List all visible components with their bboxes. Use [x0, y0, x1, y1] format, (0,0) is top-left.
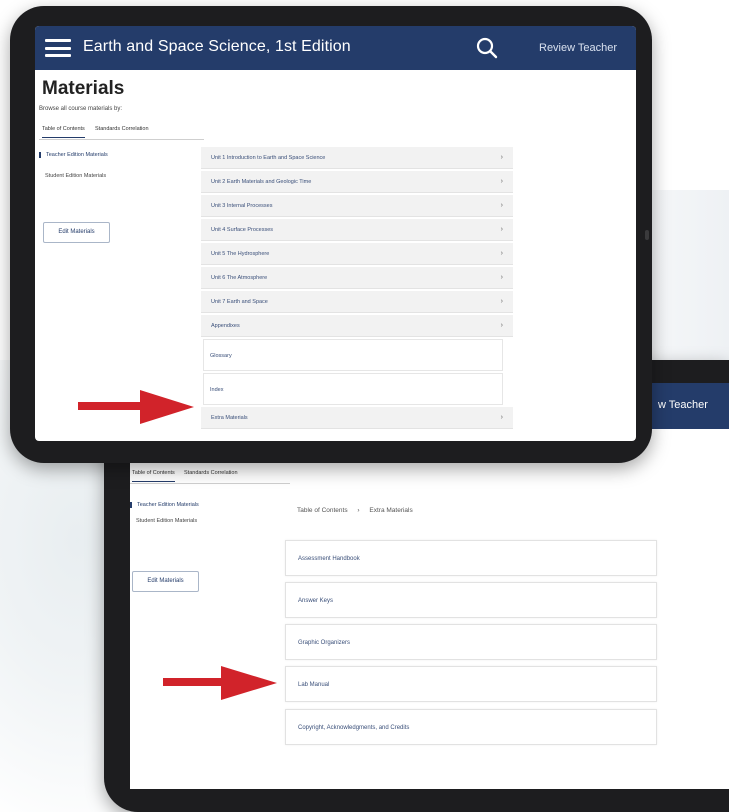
arrow-to-lab-manual	[163, 666, 277, 700]
toc-unit-5[interactable]: Unit 5 The Hydrosphere ›	[201, 243, 513, 265]
tab-table-of-contents[interactable]: Table of Contents	[132, 470, 175, 482]
chevron-right-icon: ›	[500, 250, 503, 257]
breadcrumb-separator-icon: ›	[357, 507, 360, 514]
app-title: Earth and Space Science, 1st Edition	[83, 38, 351, 55]
search-icon[interactable]	[475, 36, 499, 60]
toc-unit-4[interactable]: Unit 4 Surface Processes ›	[201, 219, 513, 241]
toc-unit-7[interactable]: Unit 7 Earth and Space ›	[201, 291, 513, 313]
user-menu[interactable]: w Teacher	[658, 399, 708, 411]
sidebar-item-teacher-edition[interactable]: Teacher Edition Materials	[39, 152, 108, 158]
breadcrumb-root[interactable]: Table of Contents	[297, 507, 348, 514]
toc-index[interactable]: Index	[203, 373, 503, 405]
tab-standards-correlation[interactable]: Standards Correlation	[184, 470, 238, 476]
toc-unit-3[interactable]: Unit 3 Internal Processes ›	[201, 195, 513, 217]
tab-table-of-contents[interactable]: Table of Contents	[42, 126, 85, 138]
toc-glossary[interactable]: Glossary	[203, 339, 503, 371]
list-item-assessment-handbook[interactable]: Assessment Handbook	[285, 540, 657, 576]
toc-unit-2[interactable]: Unit 2 Earth Materials and Geologic Time…	[201, 171, 513, 193]
toc-appendixes[interactable]: Appendixes ›	[201, 315, 513, 337]
chevron-right-icon: ›	[500, 274, 503, 281]
menu-icon[interactable]	[45, 39, 71, 57]
sidebar-item-student-edition[interactable]: Student Edition Materials	[45, 173, 106, 179]
list-item-graphic-organizers[interactable]: Graphic Organizers	[285, 624, 657, 660]
chevron-right-icon: ›	[500, 414, 503, 421]
arrow-to-extra-materials	[78, 390, 194, 424]
edit-materials-button[interactable]: Edit Materials	[43, 222, 110, 243]
app-header: Earth and Space Science, 1st Edition Rev…	[35, 26, 636, 70]
list-item-copyright[interactable]: Copyright, Acknowledgments, and Credits	[285, 709, 657, 745]
page-title: Materials	[42, 78, 125, 99]
sidebar-item-student-edition[interactable]: Student Edition Materials	[136, 518, 197, 524]
tablet-camera	[645, 230, 649, 240]
chevron-right-icon: ›	[500, 298, 503, 305]
tablet-screen: Earth and Space Science, 1st Edition Rev…	[35, 26, 636, 441]
list-item-answer-keys[interactable]: Answer Keys	[285, 582, 657, 618]
edit-materials-button[interactable]: Edit Materials	[132, 571, 199, 592]
browse-tabs: Table of Contents Standards Correlation	[39, 123, 204, 140]
browse-tabs: Table of Contents Standards Correlation	[130, 467, 290, 484]
breadcrumb: Table of Contents › Extra Materials	[297, 507, 413, 514]
chevron-right-icon: ›	[500, 178, 503, 185]
toc-unit-6[interactable]: Unit 6 The Atmosphere ›	[201, 267, 513, 289]
breadcrumb-current: Extra Materials	[369, 507, 413, 514]
sidebar-item-teacher-edition[interactable]: Teacher Edition Materials	[130, 502, 199, 508]
chevron-right-icon: ›	[500, 322, 503, 329]
toc-extra-materials[interactable]: Extra Materials ›	[201, 407, 513, 429]
toc-unit-1[interactable]: Unit 1 Introduction to Earth and Space S…	[201, 147, 513, 169]
chevron-right-icon: ›	[500, 154, 503, 161]
user-menu[interactable]: Review Teacher	[539, 42, 617, 54]
list-item-lab-manual[interactable]: Lab Manual	[285, 666, 657, 702]
browse-label: Browse all course materials by:	[39, 106, 123, 112]
tab-standards-correlation[interactable]: Standards Correlation	[95, 126, 149, 132]
chevron-right-icon: ›	[500, 226, 503, 233]
chevron-right-icon: ›	[500, 202, 503, 209]
